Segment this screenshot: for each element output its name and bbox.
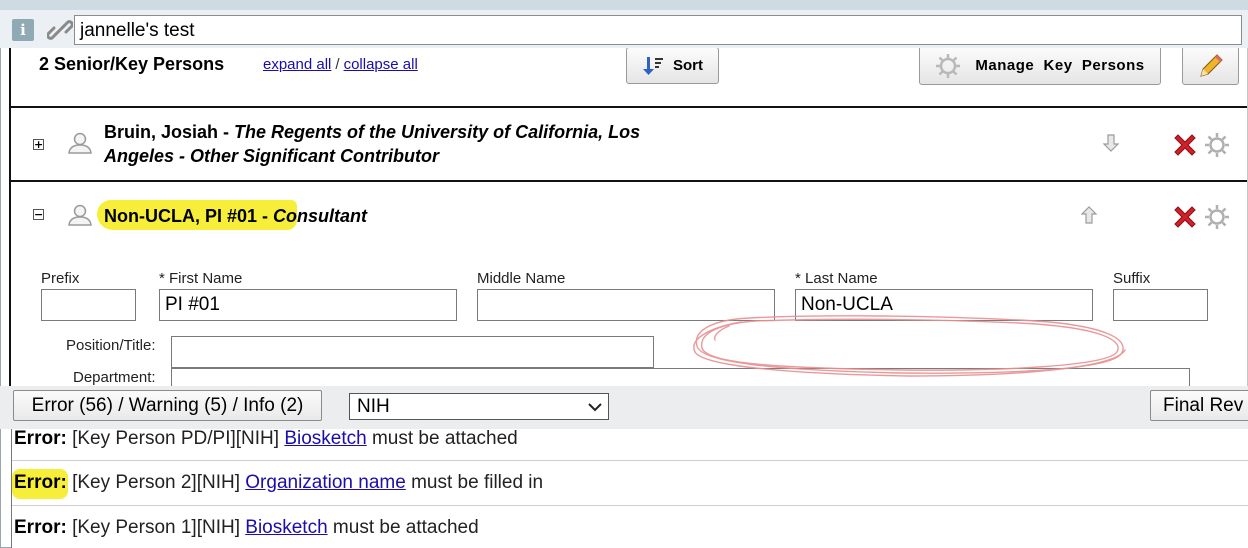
scribble-annotation [693,315,1126,377]
info-icon[interactable]: i [12,19,34,41]
manage-key-persons-button[interactable]: Manage Key Persons [919,48,1161,85]
error-tag: Error: [14,472,67,493]
person-2-role: Consultant [273,206,368,226]
first-name-input[interactable]: PI #01 [159,289,457,321]
final-review-button[interactable]: Final Rev [1150,390,1248,421]
department-label: Department: [73,369,156,386]
edit-button[interactable] [1182,48,1239,85]
expand-toggle[interactable]: + [33,139,44,150]
collapse-toggle[interactable]: − [33,209,44,220]
person-1-dash: - [218,122,235,142]
expand-all-link[interactable]: expand all [263,56,331,73]
validation-panel: Error (56) / Warning (5) / Info (2) NIH … [0,386,1248,548]
error-item: Error: [Key Person 1][NIH] Biosketch mus… [14,517,479,539]
error-item: Error: [Key Person 2][NIH] Organization … [14,472,543,494]
error-text: must be attached [327,517,479,538]
person-1-org-line1: The Regents of the University of Califor… [234,122,641,142]
biosketch-link[interactable]: Biosketch [245,517,327,538]
error-tag: Error: [14,517,67,538]
person-icon [68,204,92,226]
error-list: Error: [Key Person PD/PI][NIH] Biosketch… [11,428,1248,548]
last-name-label: * Last Name [795,270,878,287]
expand-collapse-links: expand all / collapse all [263,56,418,73]
error-text: [Key Person 1][NIH] [66,517,246,538]
agency-select[interactable]: NIH [349,393,609,420]
error-item: Error: [Key Person PD/PI][NIH] Biosketch… [14,428,518,450]
prefix-input[interactable] [41,289,136,321]
person-1-name: Bruin, Josiah [104,122,219,142]
sort-button[interactable]: Sort [626,48,719,84]
organization-name-link[interactable]: Organization name [245,472,406,493]
person-icon [68,132,92,154]
error-text: [Key Person 2][NIH] [66,472,246,493]
person-2-name: Non-UCLA, PI #01 [104,206,258,226]
link-separator: / [335,56,340,73]
pencil-icon [1199,53,1223,77]
move-down-icon[interactable] [1103,134,1119,152]
biosketch-link[interactable]: Biosketch [284,428,366,449]
prefix-label: Prefix [41,270,80,287]
error-text: must be attached [366,428,518,449]
position-title-label: Position/Title: [66,337,156,354]
divider [11,180,1247,182]
delete-icon[interactable] [1171,131,1199,159]
agency-select-value: NIH [357,396,390,417]
error-summary-button[interactable]: Error (56) / Warning (5) / Info (2) [13,390,322,421]
person-1-heading[interactable]: Bruin, Josiah - The Regents of the Unive… [104,120,640,168]
section-heading: 2 Senior/Key Persons [39,54,225,74]
manage-key-persons-label: Manage Key Persons [975,57,1145,74]
collapse-all-link[interactable]: collapse all [344,56,418,73]
delete-icon[interactable] [1171,203,1199,231]
proposal-title-input[interactable]: jannelle's test [74,15,1242,45]
key-persons-panel: 2 Senior/Key Persons expand all / collapse… [9,48,1248,386]
sort-label: Sort [673,57,703,74]
error-tag: Error: [14,428,67,449]
suffix-label: Suffix [1113,270,1151,287]
position-title-input[interactable] [171,336,654,368]
gear-icon [936,53,961,78]
sort-icon [643,56,663,75]
error-text: must be filled in [405,472,544,493]
middle-name-label: Middle Name [477,270,566,287]
person-2-dash: - [257,206,274,226]
row-separator [12,505,1248,506]
person-1-org-line2: Angeles - Other Significant Contributor [104,146,440,166]
link-icon[interactable] [47,17,73,43]
chevron-down-icon [588,403,602,412]
person-2-heading[interactable]: Non-UCLA, PI #01 - Consultant [104,204,367,228]
settings-gear-icon[interactable] [1204,132,1230,158]
error-text: [Key Person PD/PI][NIH] [66,428,285,449]
first-name-label: * First Name [159,270,243,287]
row-separator [12,460,1248,461]
move-up-icon[interactable] [1081,206,1097,224]
divider [11,106,1247,108]
settings-gear-icon[interactable] [1204,204,1230,230]
